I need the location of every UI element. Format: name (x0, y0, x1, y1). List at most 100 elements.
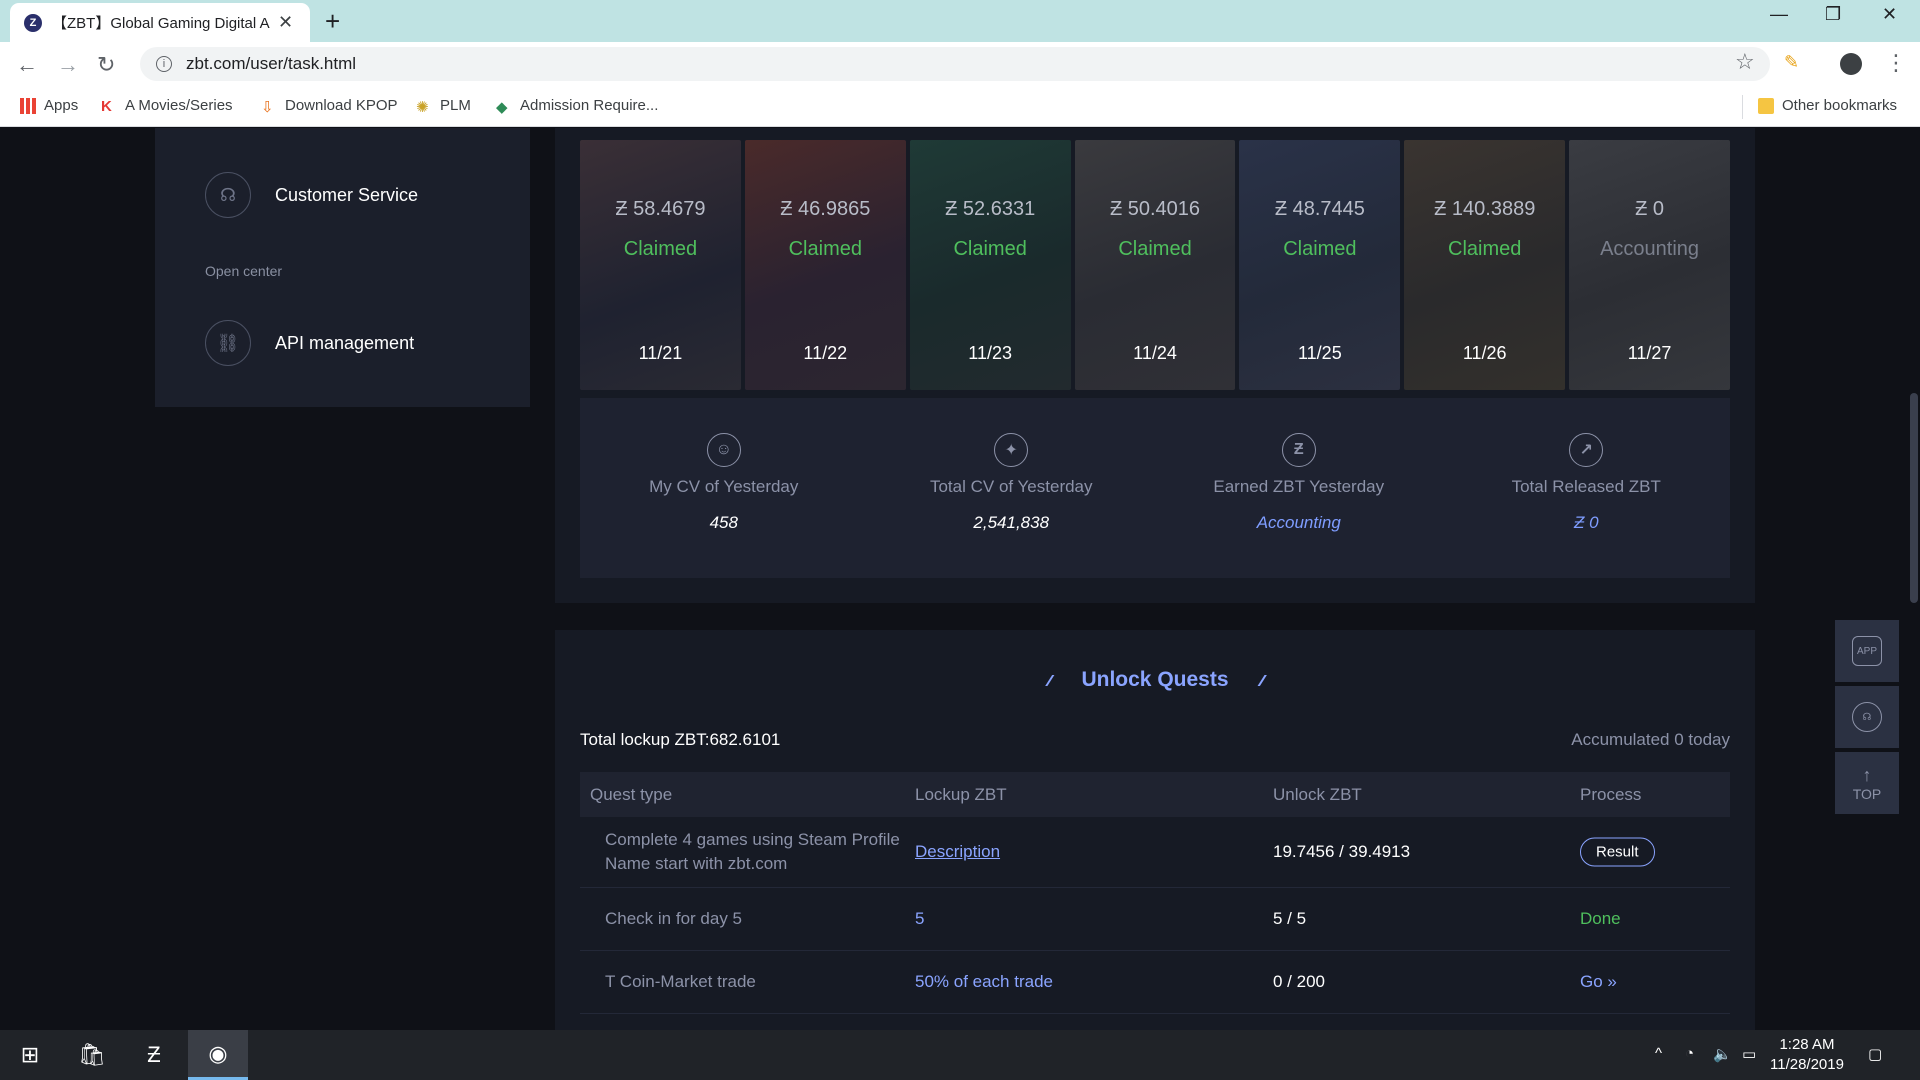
day-date: 11/22 (803, 343, 848, 363)
day-status: Claimed (1283, 238, 1357, 260)
table-row: Complete 4 games using Steam Profile Nam… (580, 817, 1730, 888)
stat-earned-zbt: Ƶ Earned ZBT Yesterday Accounting (1155, 398, 1443, 578)
apps-grid-icon (20, 97, 36, 114)
system-clock[interactable]: 1:28 AM 11/28/2019 (1770, 1035, 1844, 1075)
total-lockup: Total lockup ZBT:682.6101 (580, 730, 781, 749)
bookmarks-divider (1742, 95, 1743, 119)
day-status: Claimed (1448, 238, 1522, 260)
day-date: 11/27 (1627, 343, 1672, 363)
day-date: 11/25 (1298, 343, 1342, 363)
quests-heading: ⁄⁄ Unlock Quests ⁄⁄ (1048, 668, 1265, 691)
bookmark-other[interactable]: Other bookmarks (1758, 97, 1897, 114)
network-icon: ✦ (994, 433, 1029, 467)
headset-icon: ☊ (1852, 702, 1882, 732)
battery-icon[interactable]: ▭ (1742, 1045, 1756, 1063)
sidebar-section-label: Open center (205, 263, 283, 279)
yesterday-stats: ☺ My CV of Yesterday 458 ✦ Total CV of Y… (580, 398, 1730, 578)
stat-my-cv: ☺ My CV of Yesterday 458 (580, 398, 868, 578)
day-card: Ƶ 140.3889 Claimed 11/26 (1404, 140, 1566, 390)
folder-icon (1758, 97, 1774, 114)
reload-icon[interactable]: ↻ (97, 52, 115, 78)
back-to-top-button[interactable]: ↑ TOP (1835, 752, 1899, 814)
close-window-icon[interactable]: ✕ (1882, 4, 1897, 25)
app-download-button[interactable]: APP (1835, 620, 1899, 682)
done-status: Done (1580, 909, 1621, 928)
day-status: Accounting (1600, 238, 1700, 260)
day-amount: Ƶ 52.6331 (945, 198, 1036, 220)
result-button[interactable]: Result (1580, 837, 1655, 867)
support-button[interactable]: ☊ (1835, 686, 1899, 748)
browser-tab[interactable]: Z 【ZBT】Global Gaming Digital Asse ✕ (10, 3, 310, 42)
back-icon[interactable]: ← (16, 52, 38, 78)
bookmark-plm[interactable]: ✺ PLM (416, 97, 471, 116)
day-amount: Ƶ 0 (1635, 198, 1665, 220)
page-scrollbar[interactable] (1910, 393, 1918, 603)
chrome-icon[interactable]: ◉ (188, 1030, 248, 1080)
browser-tab-strip: Z 【ZBT】Global Gaming Digital Asse ✕ + — … (0, 0, 1920, 42)
day-status: Claimed (1118, 238, 1192, 260)
day-amount: Ƶ 48.7445 (1274, 198, 1365, 220)
daily-cards: Ƶ 58.4679 Claimed 11/21 Ƶ 46.9865 Claime… (580, 140, 1731, 390)
bookmark-star-icon[interactable]: ☆ (1735, 49, 1755, 75)
slash-decoration-icon: ⁄⁄ (1260, 673, 1265, 690)
app-icon: APP (1852, 636, 1882, 666)
address-bar[interactable]: i zbt.com/user/task.html (140, 47, 1770, 81)
browser-menu-icon[interactable]: ⋮ (1885, 50, 1907, 76)
bookmark-kpop[interactable]: ⇩ Download KPOP (261, 97, 398, 116)
new-tab-icon[interactable]: + (325, 6, 340, 37)
link-icon: ⛓ (205, 320, 251, 366)
day-date: 11/24 (1133, 343, 1177, 363)
day-card: Ƶ 58.4679 Claimed 11/21 (580, 140, 741, 390)
bookmark-apps[interactable]: Apps (20, 97, 78, 114)
zbt-app-icon[interactable]: Ƶ (124, 1030, 184, 1080)
windows-taskbar: ⊞ 🛍 Ƶ ◉ ^ ◔ 🔈 ▭ 1:28 AM 11/28/2019 ▢ (0, 1030, 1920, 1080)
go-link[interactable]: Go » (1580, 972, 1617, 992)
restore-icon[interactable]: ❐ (1825, 4, 1841, 25)
store-icon[interactable]: 🛍 (62, 1030, 122, 1080)
sidebar-item-api-management[interactable]: ⛓ API management (205, 320, 414, 366)
extension-icon[interactable]: ✎ (1784, 52, 1799, 73)
seal-icon: ✺ (416, 98, 429, 116)
table-row: T Coin-Market trade 50% of each trade 0 … (580, 951, 1730, 1014)
url-text: zbt.com/user/task.html (186, 54, 357, 73)
tab-close-icon[interactable]: ✕ (278, 12, 293, 33)
day-amount: Ƶ 46.9865 (780, 198, 871, 220)
sidebar-item-customer-service[interactable]: ☊ Customer Service (205, 172, 418, 218)
site-info-icon[interactable]: i (156, 56, 172, 72)
table-header: Quest type Lockup ZBT Unlock ZBT Process (580, 772, 1730, 817)
day-date: 11/21 (638, 343, 683, 363)
bookmark-movies[interactable]: K A Movies/Series (101, 97, 233, 115)
stat-total-cv: ✦ Total CV of Yesterday 2,541,838 (868, 398, 1156, 578)
headset-icon: ☊ (205, 172, 251, 218)
zbt-coin-icon: Ƶ (1281, 433, 1316, 467)
wifi-icon[interactable]: ◔ (1685, 1045, 1694, 1062)
description-link[interactable]: Description (915, 842, 1000, 862)
forward-icon[interactable]: → (57, 52, 79, 78)
day-date: 11/23 (968, 343, 1012, 363)
k-logo-icon: K (101, 97, 112, 115)
download-icon: ⇩ (261, 98, 274, 116)
profile-avatar-icon[interactable] (1840, 53, 1862, 75)
diamond-icon: ◆ (496, 98, 508, 116)
day-status: Claimed (953, 238, 1027, 260)
stat-total-released: ↗ Total Released ZBT Ƶ 0 (1443, 398, 1731, 578)
day-date: 11/26 (1462, 343, 1507, 363)
minimize-icon[interactable]: — (1770, 4, 1788, 25)
tray-chevron-icon[interactable]: ^ (1655, 1045, 1662, 1062)
bookmarks-bar: Apps K A Movies/Series ⇩ Download KPOP ✺… (0, 87, 1920, 127)
day-card: Ƶ 48.7445 Claimed 11/25 (1239, 140, 1401, 390)
notifications-icon[interactable]: ▢ (1868, 1045, 1882, 1063)
floating-tools: APP ☊ ↑ TOP (1835, 620, 1899, 818)
volume-icon[interactable]: 🔈 (1713, 1045, 1732, 1063)
table-row: Check in for day 5 5 5 / 5 Done (580, 888, 1730, 951)
day-status: Claimed (623, 238, 698, 260)
day-amount: Ƶ 58.4679 (615, 198, 706, 220)
arrow-up-icon: ↑ (1862, 764, 1872, 785)
day-card: Ƶ 52.6331 Claimed 11/23 (909, 140, 1071, 390)
user-icon: ☺ (706, 433, 741, 467)
zbt-favicon-icon: Z (24, 13, 42, 32)
bookmark-admission[interactable]: ◆ Admission Require... (496, 97, 658, 116)
day-card: Ƶ 0 Accounting 11/27 (1569, 140, 1731, 390)
unlock-quests-panel: ⁄⁄ Unlock Quests ⁄⁄ Total lockup ZBT:682.6… (555, 630, 1755, 1030)
windows-start-icon[interactable]: ⊞ (0, 1030, 60, 1080)
